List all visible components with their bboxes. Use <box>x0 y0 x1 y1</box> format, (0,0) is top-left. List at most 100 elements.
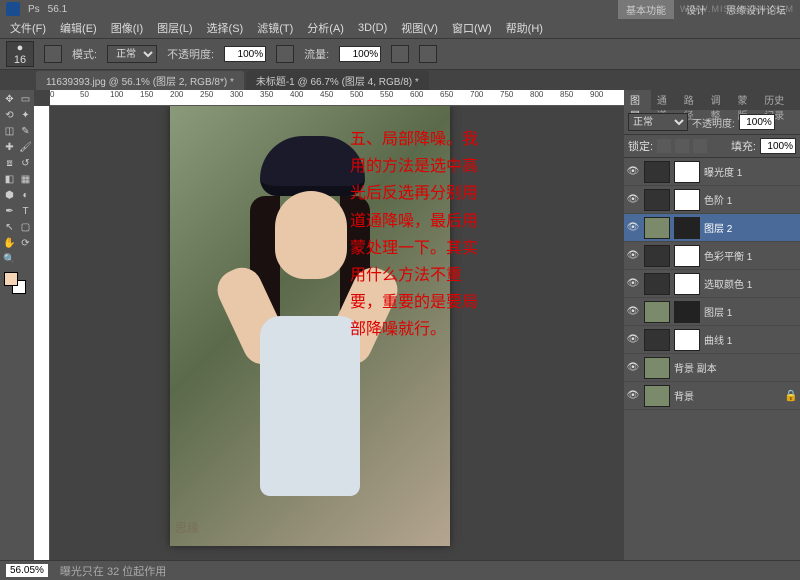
stamp-tool[interactable]: ⧈ <box>2 156 17 171</box>
visibility-icon[interactable]: 👁 <box>626 333 640 347</box>
lock-all-icon[interactable] <box>693 139 707 153</box>
menu-layer[interactable]: 图层(L) <box>151 18 198 38</box>
type-tool[interactable]: T <box>18 204 33 219</box>
path-tool[interactable]: ↖ <box>2 220 17 235</box>
brush-panel-icon[interactable] <box>44 45 62 63</box>
layer-thumb[interactable] <box>644 385 670 407</box>
pressure-opacity-icon[interactable] <box>276 45 294 63</box>
panel-tab-mask[interactable]: 蒙版 <box>731 90 758 110</box>
layer-thumb[interactable] <box>644 273 670 295</box>
flow-input[interactable] <box>339 46 381 62</box>
pressure-size-icon[interactable] <box>419 45 437 63</box>
layer-row[interactable]: 👁图层 1 <box>624 298 800 326</box>
pen-tool[interactable]: ✒ <box>2 204 17 219</box>
wand-tool[interactable]: ✦ <box>18 108 33 123</box>
visibility-icon[interactable]: 👁 <box>626 305 640 319</box>
panel-tab-history[interactable]: 历史记录 <box>758 90 800 110</box>
marquee-tool[interactable]: ▭ <box>18 92 33 107</box>
visibility-icon[interactable]: 👁 <box>626 249 640 263</box>
airbrush-icon[interactable] <box>391 45 409 63</box>
history-brush-tool[interactable]: ↺ <box>18 156 33 171</box>
gradient-tool[interactable]: ▦ <box>18 172 33 187</box>
visibility-icon[interactable]: 👁 <box>626 221 640 235</box>
layer-mask[interactable] <box>674 217 700 239</box>
blend-mode-select[interactable]: 正常 <box>107 45 157 63</box>
menu-help[interactable]: 帮助(H) <box>500 18 549 38</box>
visibility-icon[interactable]: 👁 <box>626 277 640 291</box>
menu-file[interactable]: 文件(F) <box>4 18 52 38</box>
lock-icon: 🔒 <box>784 389 798 402</box>
menu-image[interactable]: 图像(I) <box>105 18 149 38</box>
menu-select[interactable]: 选择(S) <box>201 18 250 38</box>
fill-input[interactable] <box>760 138 796 154</box>
menu-window[interactable]: 窗口(W) <box>446 18 498 38</box>
eraser-tool[interactable]: ◧ <box>2 172 17 187</box>
shape-tool[interactable]: ▢ <box>18 220 33 235</box>
lock-position-icon[interactable] <box>675 139 689 153</box>
app-logo-icon <box>6 2 20 16</box>
panel-tab-layers[interactable]: 图层 <box>624 90 651 110</box>
layer-name: 背景 <box>674 388 780 403</box>
menu-edit[interactable]: 编辑(E) <box>54 18 103 38</box>
zoom-tool[interactable]: 🔍 <box>2 252 17 267</box>
panel-tab-adjust[interactable]: 调整 <box>705 90 732 110</box>
layer-mask[interactable] <box>674 189 700 211</box>
panel-tab-paths[interactable]: 路径 <box>678 90 705 110</box>
crop-tool[interactable]: ◫ <box>2 124 17 139</box>
layer-row[interactable]: 👁曲线 1 <box>624 326 800 354</box>
panel-tab-channels[interactable]: 通道 <box>651 90 678 110</box>
canvas-viewport[interactable]: 思缘 五、局部降噪。我用的方法是选中高光后反选再分别用道通降噪，最后用蒙处理一下… <box>50 106 624 560</box>
layer-blend-select[interactable]: 正常 <box>628 113 688 131</box>
opacity-input[interactable] <box>224 46 266 62</box>
layer-mask[interactable] <box>674 161 700 183</box>
layer-mask[interactable] <box>674 245 700 267</box>
status-bar: 56.05% 曝光只在 32 位起作用 <box>0 560 800 580</box>
color-swatches[interactable] <box>2 272 33 294</box>
layer-row[interactable]: 👁选取颜色 1 <box>624 270 800 298</box>
menu-view[interactable]: 视图(V) <box>395 18 444 38</box>
dodge-tool[interactable]: ◐ <box>18 188 33 203</box>
hand-tool[interactable]: ✋ <box>2 236 17 251</box>
visibility-icon[interactable]: 👁 <box>626 361 640 375</box>
zoom-level[interactable]: 56.05% <box>6 564 48 577</box>
brush-tool[interactable]: 🖌 <box>18 140 33 155</box>
brush-preset-picker[interactable]: ●16 <box>6 41 34 67</box>
blur-tool[interactable]: ⬢ <box>2 188 17 203</box>
workspace-tab-basic[interactable]: 基本功能 <box>618 0 674 19</box>
layer-thumb[interactable] <box>644 329 670 351</box>
lock-pixels-icon[interactable] <box>657 139 671 153</box>
ruler-horizontal[interactable]: 0501001502002503003504004505005506006507… <box>50 90 624 106</box>
visibility-icon[interactable]: 👁 <box>626 193 640 207</box>
layer-thumb[interactable] <box>644 245 670 267</box>
layer-row[interactable]: 👁色彩平衡 1 <box>624 242 800 270</box>
doc-tab-2[interactable]: 未标题-1 @ 66.7% (图层 4, RGB/8) * <box>246 71 429 90</box>
menu-3d[interactable]: 3D(D) <box>352 20 393 36</box>
layer-row[interactable]: 👁曝光度 1 <box>624 158 800 186</box>
layer-thumb[interactable] <box>644 189 670 211</box>
canvas-watermark: 思缘 <box>175 519 199 536</box>
layer-opacity-input[interactable] <box>739 114 775 130</box>
layer-row[interactable]: 👁图层 2 <box>624 214 800 242</box>
layer-thumb[interactable] <box>644 357 670 379</box>
visibility-icon[interactable]: 👁 <box>626 165 640 179</box>
layer-thumb[interactable] <box>644 217 670 239</box>
heal-tool[interactable]: ✚ <box>2 140 17 155</box>
layer-mask[interactable] <box>674 301 700 323</box>
rotate-tool[interactable]: ⟳ <box>18 236 33 251</box>
layer-mask[interactable] <box>674 273 700 295</box>
layer-thumb[interactable] <box>644 301 670 323</box>
doc-tab-1[interactable]: 11639393.jpg @ 56.1% (图层 2, RGB/8*) * <box>36 71 244 90</box>
layer-row[interactable]: 👁色阶 1 <box>624 186 800 214</box>
layer-row[interactable]: 👁背景 副本 <box>624 354 800 382</box>
visibility-icon[interactable]: 👁 <box>626 389 640 403</box>
menu-analysis[interactable]: 分析(A) <box>301 18 350 38</box>
ruler-vertical[interactable] <box>34 106 50 560</box>
menu-filter[interactable]: 滤镜(T) <box>251 18 299 38</box>
fg-color[interactable] <box>4 272 18 286</box>
layer-mask[interactable] <box>674 329 700 351</box>
lasso-tool[interactable]: ⟲ <box>2 108 17 123</box>
eyedrop-tool[interactable]: ✎ <box>18 124 33 139</box>
layer-row[interactable]: 👁 背景 🔒 <box>624 382 800 410</box>
move-tool[interactable]: ✥ <box>2 92 17 107</box>
layer-thumb[interactable] <box>644 161 670 183</box>
